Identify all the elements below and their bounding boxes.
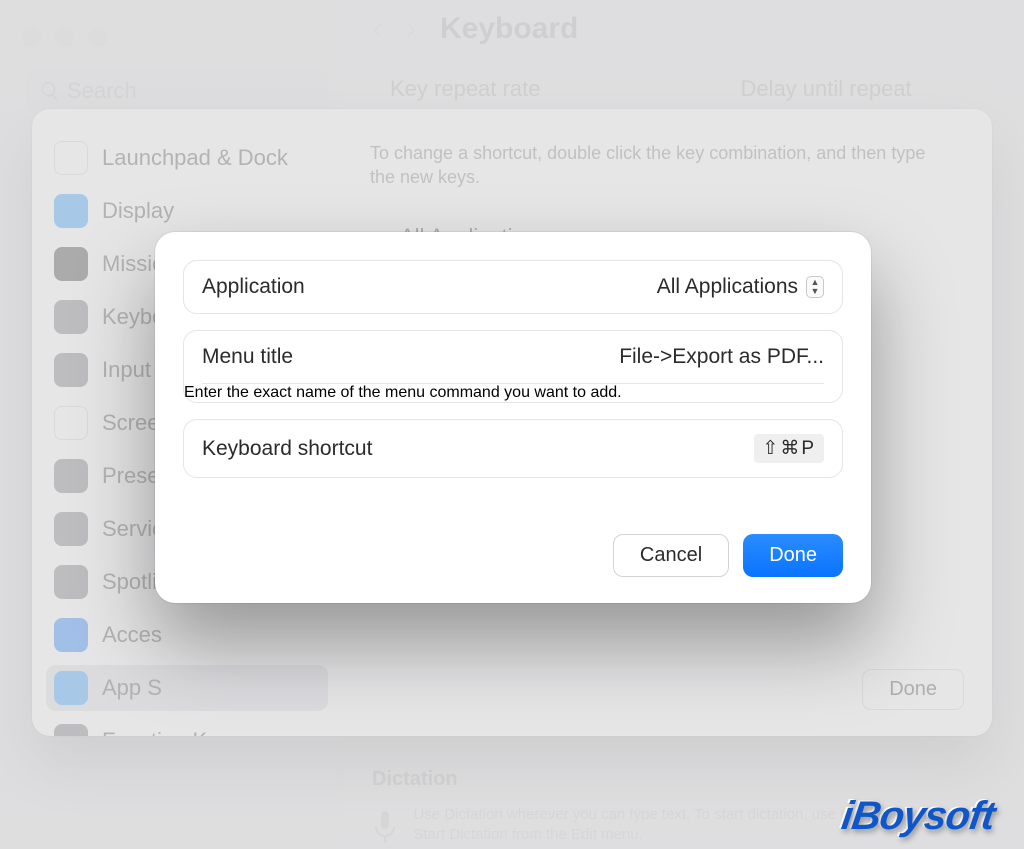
menu-title-field-group: Menu title File->Export as PDF... Enter … <box>183 330 843 403</box>
sidebar-icon <box>54 300 88 334</box>
application-row[interactable]: Application All Applications ▲▼ <box>184 261 842 313</box>
search-icon <box>39 80 61 102</box>
sidebar-item-label: Servic <box>102 516 163 542</box>
cancel-button[interactable]: Cancel <box>613 534 729 577</box>
sidebar-item-label: Scree <box>102 410 159 436</box>
sidebar-icon <box>54 194 88 228</box>
application-label: Application <box>202 275 305 299</box>
sidebar-item-label: Prese <box>102 463 159 489</box>
shortcuts-sidebar-item[interactable]: App S <box>46 665 328 711</box>
microphone-icon <box>372 805 397 849</box>
forward-button[interactable]: › <box>406 12 416 46</box>
window-controls[interactable] <box>22 28 107 47</box>
sidebar-item-label: Function Keys <box>102 728 241 736</box>
sidebar-item-label: Spotli <box>102 569 157 595</box>
popup-stepper-icon: ▲▼ <box>806 276 824 298</box>
shortcuts-sidebar-item[interactable]: Acces <box>46 612 328 658</box>
sheet-done-button[interactable]: Done <box>862 669 964 710</box>
menu-title-value[interactable]: File->Export as PDF... <box>619 345 824 369</box>
delay-until-repeat-label: Delay until repeat <box>740 76 911 102</box>
sidebar-icon <box>54 512 88 546</box>
sidebar-item-label: App S <box>102 675 162 701</box>
sidebar-icon <box>54 247 88 281</box>
sidebar-icon <box>54 406 88 440</box>
sidebar-icon <box>54 459 88 493</box>
keyboard-shortcut-row[interactable]: Keyboard shortcut ⇧⌘P <box>184 420 842 477</box>
dictation-heading: Dictation <box>372 768 458 791</box>
sidebar-icon <box>54 353 88 387</box>
shortcuts-sidebar-item[interactable]: Launchpad & Dock <box>46 135 328 181</box>
application-popup[interactable]: All Applications ▲▼ <box>657 275 824 299</box>
done-button[interactable]: Done <box>743 534 843 577</box>
sidebar-icon <box>54 565 88 599</box>
sidebar-icon <box>54 141 88 175</box>
application-value: All Applications <box>657 275 798 299</box>
menu-title-help: Enter the exact name of the menu command… <box>184 384 842 402</box>
back-button[interactable]: ‹ <box>372 12 382 46</box>
add-shortcut-dialog: Application All Applications ▲▼ Menu tit… <box>155 232 871 603</box>
shortcuts-helper-text: To change a shortcut, double click the k… <box>370 141 930 190</box>
shortcuts-sidebar-item[interactable]: Display <box>46 188 328 234</box>
menu-title-label: Menu title <box>202 345 293 369</box>
application-field-group: Application All Applications ▲▼ <box>183 260 843 314</box>
keyboard-shortcut-label: Keyboard shortcut <box>202 437 372 461</box>
watermark: iBoysoft <box>839 794 997 839</box>
close-window-button[interactable] <box>22 28 41 47</box>
keyboard-shortcut-field-group: Keyboard shortcut ⇧⌘P <box>183 419 843 478</box>
menu-title-row[interactable]: Menu title File->Export as PDF... <box>184 331 842 383</box>
keyboard-shortcut-value[interactable]: ⇧⌘P <box>754 434 824 463</box>
sidebar-item-label: Launchpad & Dock <box>102 145 288 171</box>
shortcuts-sidebar-item[interactable]: Function Keys <box>46 718 328 736</box>
sidebar-icon <box>54 671 88 705</box>
sidebar-item-label: Acces <box>102 622 162 648</box>
zoom-window-button[interactable] <box>88 28 107 47</box>
minimize-window-button[interactable] <box>55 28 74 47</box>
sidebar-item-label: Display <box>102 198 174 224</box>
sidebar-icon <box>54 618 88 652</box>
page-title: Keyboard <box>440 12 578 46</box>
search-input[interactable] <box>67 78 314 104</box>
key-repeat-label: Key repeat rate <box>390 76 540 102</box>
sidebar-item-label: Input <box>102 357 151 383</box>
search-field[interactable] <box>26 70 327 112</box>
sidebar-icon <box>54 724 88 736</box>
